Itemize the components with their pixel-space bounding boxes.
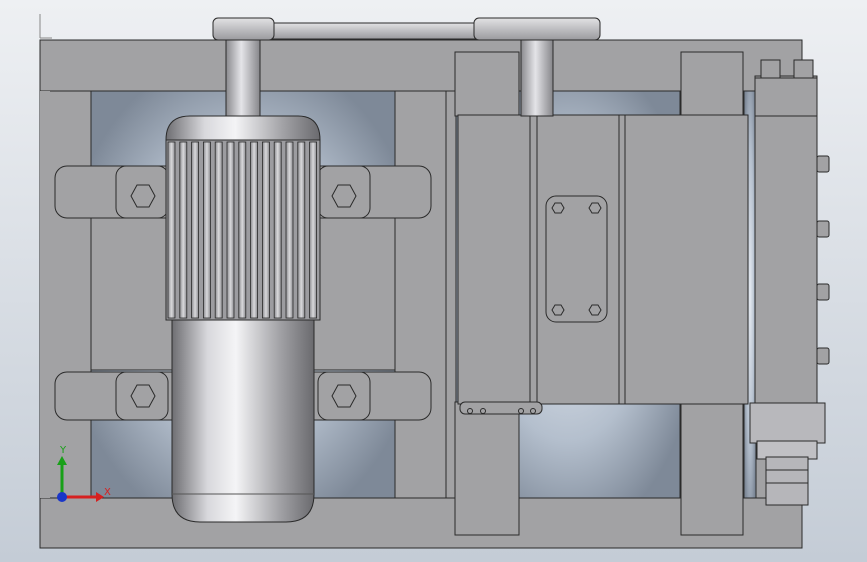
side-port (816, 155, 830, 173)
motor-body (171, 319, 315, 523)
pump-shaft (520, 39, 554, 117)
cooling-fin (285, 141, 294, 319)
y-axis-label: Y (59, 445, 67, 456)
cooling-fin (273, 141, 282, 319)
electric-motor (165, 115, 321, 523)
frame-rail (40, 91, 50, 498)
support-leg (454, 401, 520, 536)
side-port (816, 283, 830, 301)
cooling-fin (261, 141, 270, 319)
valve-block-top (754, 77, 818, 117)
support-leg (680, 51, 744, 117)
motor-end-cap (165, 115, 321, 141)
cad-viewport[interactable]: X Y (0, 0, 867, 562)
hex-bolt-icon (588, 304, 602, 316)
motor-shaft (225, 39, 261, 121)
inspection-cover (545, 195, 608, 323)
cooling-fin (179, 141, 188, 319)
cooling-fin (309, 141, 318, 319)
pump-pulley (473, 17, 601, 41)
outlet-pipe (765, 456, 809, 506)
hex-bolt-icon (551, 202, 565, 214)
x-axis-label: X (104, 487, 111, 498)
support-leg (454, 51, 520, 117)
outlet-neck (756, 440, 818, 460)
port-stub (793, 59, 814, 79)
side-port (816, 220, 830, 238)
support-leg (680, 401, 744, 536)
frame-rail (394, 90, 447, 499)
valve-block (754, 75, 818, 407)
cooling-fin (297, 141, 306, 319)
cooling-fin (202, 141, 211, 319)
motor-pulley (212, 17, 275, 41)
hex-bolt-icon (588, 202, 602, 214)
hex-bolt-icon (551, 304, 565, 316)
port-stub (760, 59, 781, 79)
cooling-fin (214, 141, 223, 319)
assembly-drawing: X Y (0, 0, 867, 562)
cooling-fin (238, 141, 247, 319)
outlet-flange (749, 402, 826, 444)
cooling-fin (250, 141, 259, 319)
cooling-fin (191, 141, 200, 319)
side-port (816, 347, 830, 365)
cooling-fin (167, 141, 176, 319)
cooling-fin (226, 141, 235, 319)
